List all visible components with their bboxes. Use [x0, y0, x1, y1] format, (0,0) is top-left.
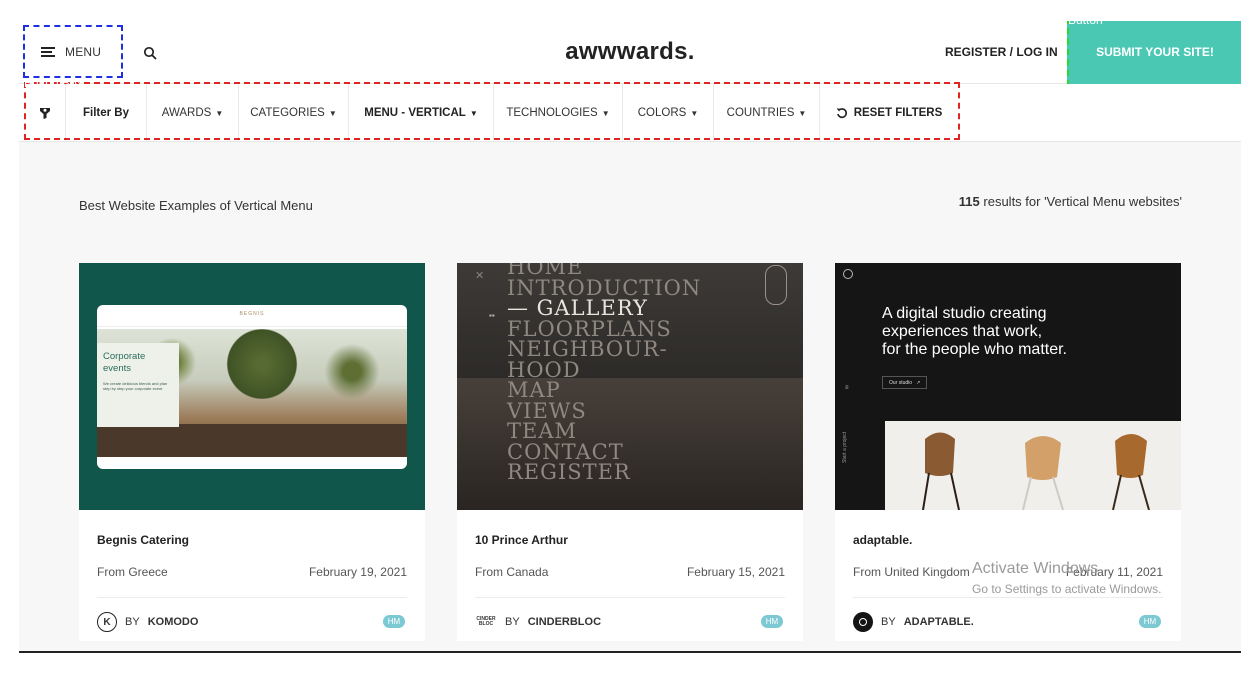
studio-cta: Our studio ↗: [882, 376, 928, 389]
menu-word: — GALLERY: [507, 296, 648, 320]
filter-technologies[interactable]: TECHNOLOGIES ▼: [494, 84, 623, 142]
site-card[interactable]: ✕ ▪▪ HOME INTRODUCTION — GALLERY FLOORPLANS…: [457, 263, 803, 641]
site-header: MENU awwwards. REGISTER / LOG IN SUBMIT …: [19, 21, 1241, 86]
card-thumbnail[interactable]: BEGNIS Corporate events We create delici…: [79, 263, 425, 510]
results-count: 115 results for 'Vertical Menu websites': [958, 194, 1182, 209]
filter-countries[interactable]: COUNTRIES ▼: [714, 84, 820, 142]
card-date: February 19, 2021: [308, 565, 407, 579]
annotation-tag: Button: [22, 11, 57, 25]
reset-icon: [836, 108, 847, 119]
search-icon[interactable]: [143, 46, 157, 60]
caret-down-icon: ▼: [469, 108, 478, 118]
windows-activation-watermark: Activate Windows Go to Settings to activ…: [972, 560, 1162, 596]
menu-word: INTRODUCTION: [507, 275, 702, 300]
card-thumbnail[interactable]: ≡ Start a project A digital studio creat…: [835, 263, 1181, 510]
arrow-icon: ▪▪: [489, 311, 495, 320]
filter-by-label: Filter By: [66, 84, 147, 142]
studio-headline: A digital studio creating experiences th…: [882, 305, 1067, 358]
filter-bar: Filter By AWARDS ▼ CATEGORIES ▼ MENU - VER…: [19, 82, 1241, 142]
vertical-menu-text: HOME INTRODUCTION — GALLERY FLOORPLANS NEIGH…: [507, 263, 701, 483]
caret-down-icon: ▼: [690, 108, 699, 118]
menu-button[interactable]: MENU: [23, 25, 123, 78]
author-avatar: CINDER BLOC: [476, 616, 496, 627]
caret-down-icon: ▼: [601, 108, 610, 118]
menu-word: MAP: [507, 378, 561, 402]
card-country: From Canada: [475, 565, 549, 579]
caret-down-icon: ▼: [798, 108, 807, 118]
annotation-tag: Button Box: [24, 76, 83, 90]
menu-word: NEIGHBOUR-: [507, 337, 668, 361]
register-login-link[interactable]: REGISTER / LOG IN: [945, 45, 1058, 59]
screenshot-frame: BEGNIS Corporate events We create delici…: [97, 305, 407, 469]
card-author[interactable]: BY ADAPTABLE.: [853, 612, 974, 632]
menu-word: TEAM: [507, 419, 578, 443]
menu-word: REGISTER: [507, 460, 631, 484]
divider: [853, 597, 1163, 598]
hamburger-icon: [41, 46, 55, 57]
site-card[interactable]: BEGNIS Corporate events We create delici…: [79, 263, 425, 641]
filter-colors[interactable]: COLORS ▼: [623, 84, 714, 142]
author-avatar: K: [97, 612, 117, 632]
card-title[interactable]: adaptable.: [853, 533, 912, 547]
event-overlay: Corporate events We create delicious ble…: [97, 343, 179, 427]
menu-word: HOOD: [507, 357, 581, 382]
awwwards-logo[interactable]: awwwards.: [19, 38, 1241, 66]
card-date: February 15, 2021: [686, 565, 785, 579]
menu-word: FLOORPLANS: [507, 316, 672, 341]
page-title: Best Website Examples of Vertical Menu: [79, 198, 313, 213]
divider: [97, 597, 407, 598]
filter-awards[interactable]: AWARDS ▼: [147, 84, 239, 142]
card-title[interactable]: Begnis Catering: [97, 533, 189, 547]
menu-word: VIEWS: [507, 398, 587, 423]
number-ten-mark: [765, 265, 787, 305]
author-avatar: [853, 612, 873, 632]
honorable-mention-badge: HM: [1139, 615, 1161, 628]
brand-text: BEGNIS: [239, 311, 265, 317]
card-author[interactable]: K BY KOMODO: [97, 612, 198, 632]
card-author[interactable]: CINDER BLOC BY CINDERBLOC: [475, 612, 601, 632]
chairs-photo: [885, 421, 1181, 510]
menu-icon: ≡: [845, 385, 849, 391]
honorable-mention-badge: HM: [383, 615, 405, 628]
caret-down-icon: ▼: [328, 108, 337, 118]
card-country: From Greece: [97, 565, 168, 579]
card-thumbnail[interactable]: ✕ ▪▪ HOME INTRODUCTION — GALLERY FLOORPLANS…: [457, 263, 803, 510]
submit-site-button[interactable]: SUBMIT YOUR SITE!: [1067, 21, 1241, 86]
filter-icon[interactable]: [24, 84, 66, 142]
caret-down-icon: ▼: [215, 108, 224, 118]
filter-categories[interactable]: CATEGORIES ▼: [239, 84, 349, 142]
divider: [475, 597, 785, 598]
menu-word: CONTACT: [507, 439, 624, 464]
menu-label: MENU: [65, 44, 102, 59]
close-icon: ✕: [475, 270, 485, 282]
card-country: From United Kingdom: [853, 565, 970, 579]
bottom-border: [19, 651, 1241, 653]
filter-menu-vertical[interactable]: MENU - VERTICAL ▼: [349, 84, 494, 142]
annotation-tag: Button: [1068, 13, 1103, 27]
honorable-mention-badge: HM: [761, 615, 783, 628]
card-title[interactable]: 10 Prince Arthur: [475, 533, 568, 547]
reset-filters-button[interactable]: RESET FILTERS: [820, 84, 958, 142]
page: MENU awwwards. REGISTER / LOG IN SUBMIT …: [19, 21, 1241, 652]
logo-dot-icon: [843, 269, 853, 279]
